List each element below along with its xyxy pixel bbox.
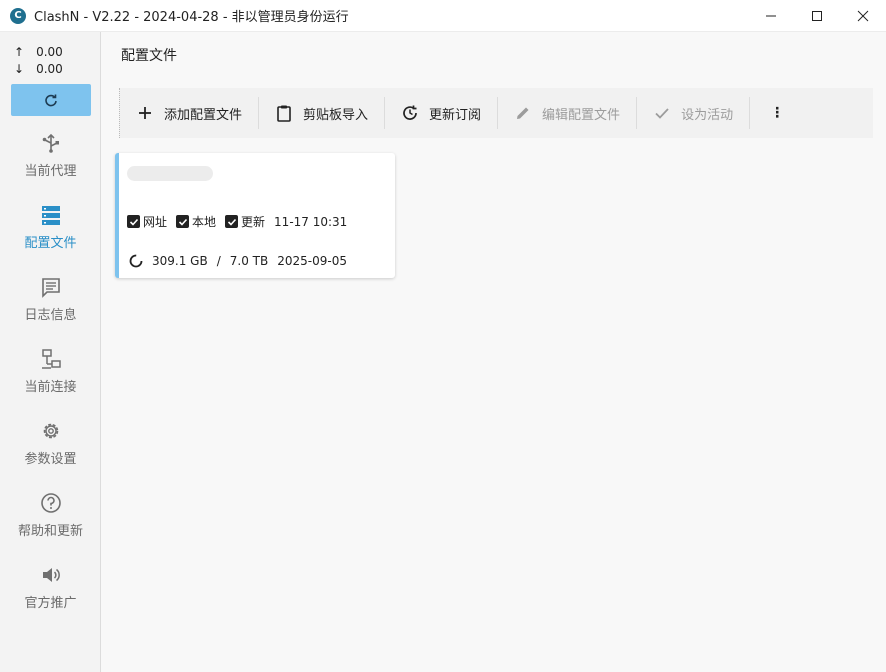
sidebar-item-label: 官方推广 — [24, 596, 77, 611]
download-speed-value: 0.00 — [36, 62, 63, 76]
url-flag-checkbox: 网址 — [127, 213, 167, 230]
window-title: ClashN - V2.22 - 2024-04-28 - 非以管理员身份运行 — [34, 10, 349, 25]
flag-label: 更新 — [241, 215, 266, 229]
flag-label: 网址 — [143, 215, 168, 229]
add-profile-label: 添加配置文件 — [164, 107, 243, 123]
checkbox-checked-icon — [176, 215, 190, 228]
profile-card[interactable]: 网址 本地 更新 11-17 10:31 309.1 GB / 7.0 TB 2… — [115, 153, 395, 278]
logs-icon — [41, 278, 60, 298]
app-icon: C — [10, 7, 26, 24]
download-arrow-icon: ↓ — [14, 62, 25, 76]
pencil-icon — [517, 107, 529, 119]
profile-name-placeholder — [127, 166, 213, 181]
set-active-button[interactable]: 设为活动 — [637, 88, 749, 138]
proxy-icon — [42, 133, 59, 153]
speed-indicator: ↑ 0.00 ↓ 0.00 — [14, 44, 63, 78]
upload-arrow-icon: ↑ — [14, 45, 25, 59]
edit-profile-label: 编辑配置文件 — [542, 107, 621, 123]
flag-label: 本地 — [192, 215, 217, 229]
maximize-button[interactable] — [794, 0, 840, 32]
update-subscription-label: 更新订阅 — [429, 107, 482, 123]
update-subscription-button[interactable]: 更新订阅 — [385, 88, 497, 138]
upload-speed: ↑ 0.00 — [14, 44, 63, 61]
minimize-icon — [766, 15, 776, 17]
sidebar-item-settings[interactable]: 参数设置 — [0, 418, 101, 478]
help-icon — [40, 493, 61, 513]
local-flag-checkbox: 本地 — [176, 213, 216, 230]
sidebar-item-label: 当前代理 — [24, 164, 77, 179]
more-options-button[interactable]: ⋮ — [750, 88, 804, 138]
page-title: 配置文件 — [121, 48, 177, 64]
promotion-speaker-icon — [42, 568, 60, 582]
checkbox-checked-icon — [127, 215, 140, 228]
refresh-speed-button[interactable] — [11, 84, 91, 116]
sidebar-item-label: 当前连接 — [24, 380, 77, 395]
sidebar-item-proxies[interactable]: 当前代理 — [0, 130, 101, 190]
updated-time: 11-17 10:31 — [274, 214, 348, 229]
sidebar-item-profiles[interactable]: 配置文件 — [0, 202, 101, 262]
usage-progress-icon — [129, 254, 143, 268]
minimize-button[interactable] — [748, 0, 794, 32]
main-content: 配置文件 添加配置文件 剪贴板导入 更新订阅 编辑配置文件 设为活动 ⋮ 网址 … — [101, 32, 886, 672]
edit-profile-button[interactable]: 编辑配置文件 — [498, 88, 636, 138]
usage-total: 7.0 TB — [229, 254, 269, 268]
checkmark-icon — [655, 108, 669, 119]
download-speed: ↓ 0.00 — [14, 61, 63, 78]
refresh-icon — [45, 94, 57, 107]
set-active-label: 设为活动 — [681, 107, 734, 123]
profiles-icon — [41, 206, 60, 225]
clipboard-icon — [277, 105, 291, 122]
sidebar: ↑ 0.00 ↓ 0.00 当前代理 配置文件 日志信息 当前连接 参数设置 帮… — [0, 32, 101, 672]
sidebar-item-label: 参数设置 — [24, 452, 77, 467]
expire-date: 2025-09-05 — [277, 254, 347, 268]
clipboard-import-label: 剪贴板导入 — [303, 107, 369, 123]
sidebar-item-logs[interactable]: 日志信息 — [0, 274, 101, 334]
profile-usage: 309.1 GB / 7.0 TB 2025-09-05 — [129, 254, 347, 268]
maximize-icon — [812, 11, 822, 21]
usage-separator: / — [216, 254, 221, 268]
clipboard-import-button[interactable]: 剪贴板导入 — [259, 88, 384, 138]
upload-speed-value: 0.00 — [36, 45, 63, 59]
sidebar-item-label: 帮助和更新 — [17, 524, 83, 539]
checkbox-checked-icon — [225, 215, 239, 228]
sidebar-item-help[interactable]: 帮助和更新 — [0, 490, 101, 550]
sidebar-item-label: 配置文件 — [24, 236, 77, 251]
sidebar-item-label: 日志信息 — [24, 308, 77, 323]
update-flag-checkbox: 更新 — [225, 213, 265, 230]
title-bar: C ClashN - V2.22 - 2024-04-28 - 非以管理员身份运… — [0, 0, 886, 32]
connections-icon — [41, 349, 61, 369]
plus-icon — [139, 107, 151, 119]
profile-flags: 网址 本地 更新 11-17 10:31 — [127, 213, 347, 230]
close-icon — [857, 10, 869, 22]
toolbar: 添加配置文件 剪贴板导入 更新订阅 编辑配置文件 设为活动 ⋮ — [119, 88, 873, 138]
sidebar-item-connections[interactable]: 当前连接 — [0, 346, 101, 406]
settings-gear-icon — [43, 423, 58, 439]
usage-used: 309.1 GB — [152, 254, 208, 268]
update-clock-icon — [403, 105, 417, 120]
add-profile-button[interactable]: 添加配置文件 — [120, 88, 258, 138]
close-button[interactable] — [840, 0, 886, 32]
sidebar-item-promotion[interactable]: 官方推广 — [0, 562, 101, 622]
window-controls — [748, 0, 886, 32]
more-vertical-icon: ⋮ — [770, 105, 785, 121]
